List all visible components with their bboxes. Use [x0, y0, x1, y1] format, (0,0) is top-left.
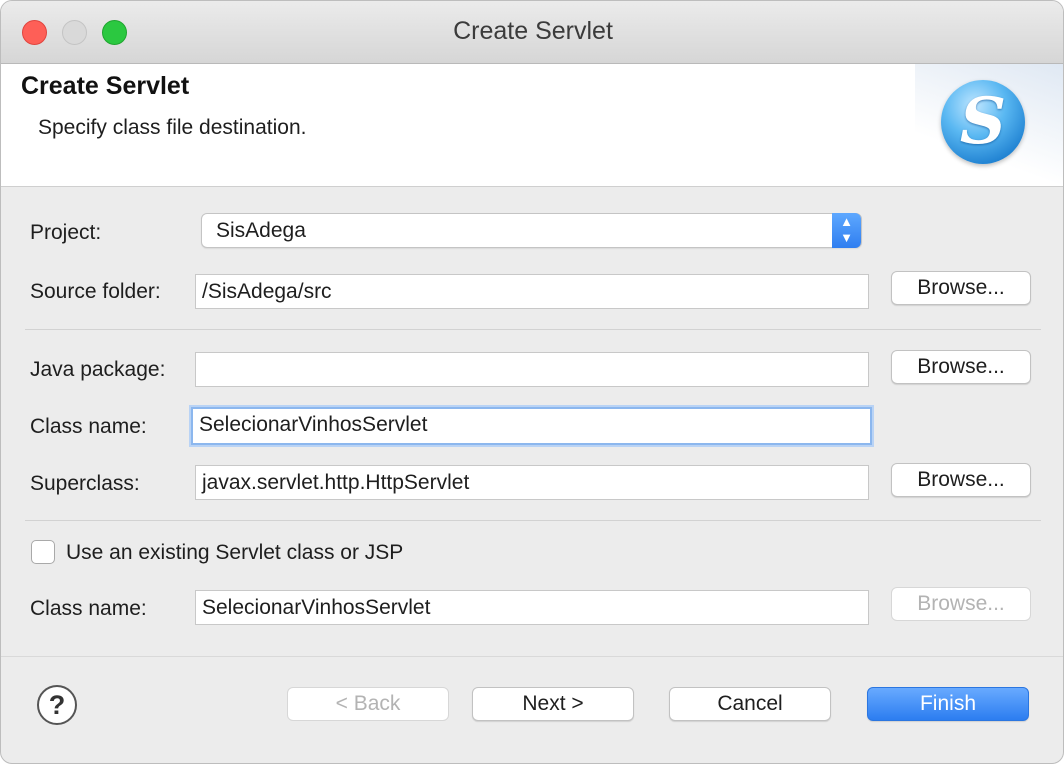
superclass-browse-button[interactable]: Browse...	[891, 463, 1031, 497]
java-package-input[interactable]	[195, 352, 869, 387]
wizard-banner: Create Servlet Specify class file destin…	[1, 64, 1063, 187]
use-existing-checkbox[interactable]	[31, 540, 55, 564]
next-button[interactable]: Next >	[472, 687, 634, 721]
existing-class-browse-button: Browse...	[891, 587, 1031, 621]
finish-button[interactable]: Finish	[867, 687, 1029, 721]
superclass-input[interactable]: javax.servlet.http.HttpServlet	[195, 465, 869, 500]
project-select-value: SisAdega	[216, 219, 306, 242]
logo-letter: S	[959, 84, 1007, 159]
use-existing-label: Use an existing Servlet class or JSP	[66, 541, 404, 564]
source-folder-browse-button[interactable]: Browse...	[891, 271, 1031, 305]
project-select[interactable]: SisAdega ▲ ▼	[201, 213, 862, 248]
class-name-label: Class name:	[30, 415, 147, 438]
select-arrows-icon[interactable]: ▲ ▼	[832, 213, 861, 248]
help-icon[interactable]: ?	[37, 685, 77, 725]
page-title: Create Servlet	[21, 72, 190, 100]
existing-class-name-label: Class name:	[30, 597, 147, 620]
back-button: < Back	[287, 687, 449, 721]
separator	[25, 329, 1041, 330]
existing-class-name-input[interactable]: SelecionarVinhosServlet	[195, 590, 869, 625]
footer-separator	[1, 656, 1063, 657]
page-description: Specify class file destination.	[38, 116, 307, 139]
window-title: Create Servlet	[453, 17, 613, 45]
project-label: Project:	[30, 221, 102, 244]
java-package-label: Java package:	[30, 358, 166, 381]
source-folder-input[interactable]: /SisAdega/src	[195, 274, 869, 309]
create-servlet-dialog: Create Servlet Create Servlet Specify cl…	[0, 0, 1064, 764]
cancel-button[interactable]: Cancel	[669, 687, 831, 721]
title-bar: Create Servlet	[1, 1, 1063, 64]
class-name-input[interactable]: SelecionarVinhosServlet	[191, 407, 872, 445]
superclass-label: Superclass:	[30, 472, 140, 495]
separator	[25, 520, 1041, 521]
source-folder-label: Source folder:	[30, 280, 161, 303]
java-package-browse-button[interactable]: Browse...	[891, 350, 1031, 384]
servlet-logo-icon: S	[941, 80, 1025, 164]
